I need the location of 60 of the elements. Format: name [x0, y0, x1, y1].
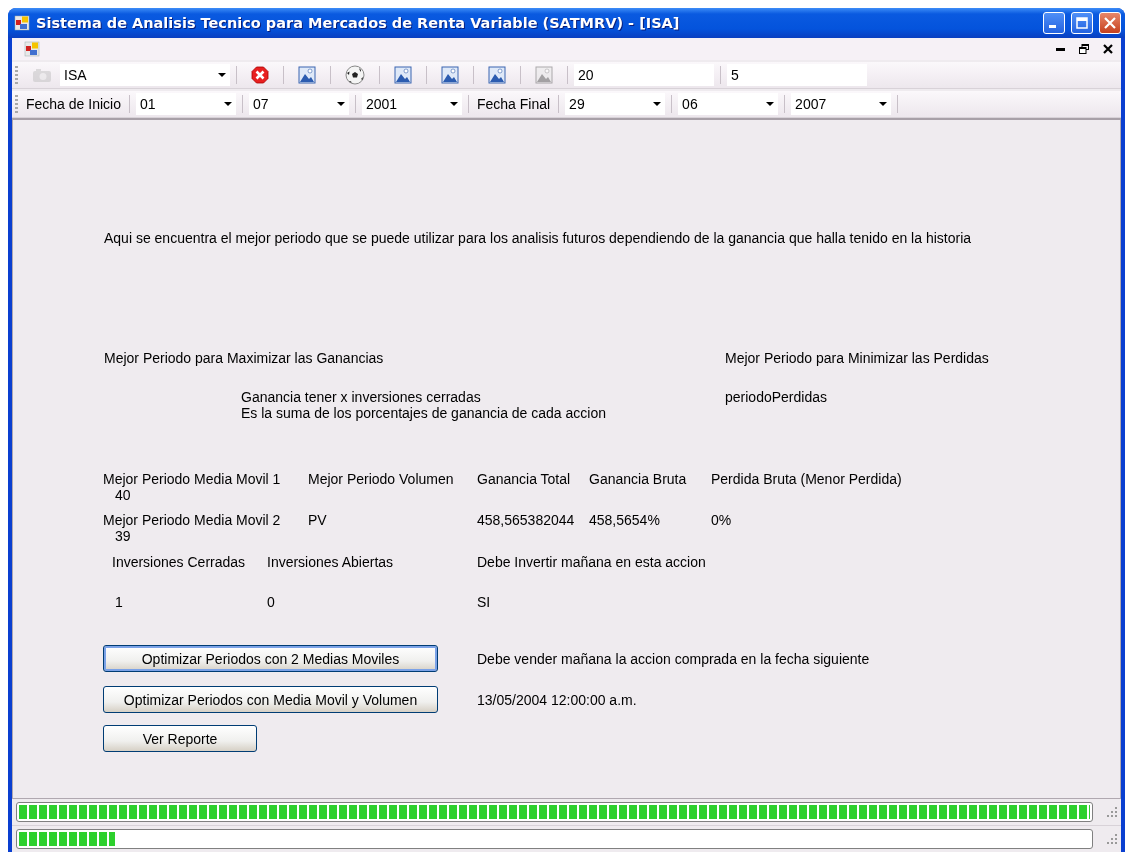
field-label: Ganancia Bruta	[589, 471, 688, 487]
input-field[interactable]: 5	[727, 64, 867, 86]
value-text: SI	[477, 594, 492, 610]
value-text: 39	[114, 528, 132, 544]
action-button[interactable]: Optimizar Periodos con Media Movil y Volumen	[103, 686, 438, 713]
maximize-button[interactable]	[1071, 12, 1093, 34]
field-label: Ganancia Total	[477, 471, 572, 487]
image-icon[interactable]	[488, 66, 506, 84]
value-text: 1	[115, 594, 124, 610]
note-text: Es la suma de los porcentajes de ganancia de cada accion	[241, 405, 607, 421]
value-text: PV	[308, 512, 328, 528]
image-icon[interactable]	[298, 66, 316, 84]
stop-icon[interactable]	[251, 66, 269, 84]
field-label: Inversiones Abiertas	[267, 554, 395, 570]
value-text: 458,565382044	[477, 512, 576, 528]
value-text: 40	[114, 487, 132, 503]
dropdown[interactable]: 07	[248, 93, 349, 115]
field-label: Perdida Bruta (Menor Perdida)	[711, 471, 903, 487]
minimize-icon[interactable]	[1056, 47, 1065, 51]
action-button[interactable]: Ver Reporte	[103, 725, 257, 752]
field-label: Mejor Periodo Media Movil 2	[103, 512, 282, 528]
toolbar-label: Fecha de Inicio	[25, 96, 122, 112]
input-field[interactable]: 20	[574, 64, 714, 86]
dropdown[interactable]: ISA	[60, 64, 230, 86]
app-icon	[14, 15, 30, 31]
dropdown[interactable]: 01	[135, 93, 236, 115]
value-text: 0%	[711, 512, 733, 528]
minimize-icon	[1049, 25, 1056, 28]
dropdown[interactable]: 2007	[791, 93, 892, 115]
description-text: Aqui se encuentra el mejor periodo que se puede utilizar para los analisis futuros dependiendo de la ganancia que halla tenido en la historia	[104, 230, 973, 246]
field-label: Mejor Periodo Volumen	[308, 471, 455, 487]
dropdown[interactable]: 2001	[361, 93, 462, 115]
value-text: periodoPerdidas	[725, 389, 827, 407]
value-text: 13/05/2004 12:00:00 a.m.	[477, 691, 637, 708]
toolbar-label: Fecha Final	[475, 96, 552, 112]
action-button[interactable]: Optimizar Periodos con 2 Medias Moviles	[103, 645, 438, 672]
close-button[interactable]	[1099, 12, 1121, 34]
value-text: Debe vender mañana la accion comprada en la fecha siguiente	[477, 650, 870, 667]
dropdown[interactable]: 06	[678, 93, 779, 115]
field-label: Inversiones Cerradas	[112, 554, 247, 570]
close-icon[interactable]	[1103, 44, 1113, 54]
resize-grip-icon[interactable]	[1107, 834, 1117, 844]
image-icon[interactable]	[394, 66, 412, 84]
document-icon	[24, 41, 40, 57]
note-text: Ganancia tener x inversiones cerradas	[241, 389, 482, 405]
restore-icon[interactable]	[1079, 44, 1089, 54]
window-title: Sistema de Analisis Tecnico para Mercados de Renta Variable (SATMRV) - [ISA]	[36, 15, 681, 31]
field-label: Debe Invertir mañana en esta accion	[477, 554, 707, 570]
close-icon	[1104, 17, 1116, 29]
image-icon[interactable]	[441, 66, 459, 84]
value-text: 0	[267, 594, 276, 610]
section-heading: Mejor Periodo para Maximizar las Ganancias	[104, 350, 385, 366]
dropdown[interactable]: 29	[565, 93, 666, 115]
resize-grip-icon[interactable]	[1107, 807, 1117, 817]
field-label: Mejor Periodo Media Movil 1	[103, 471, 282, 487]
value-text: 458,5654%	[589, 512, 661, 528]
minimize-button[interactable]	[1043, 12, 1065, 34]
soccer-ball-icon[interactable]	[345, 65, 365, 85]
maximize-icon	[1076, 17, 1088, 29]
section-heading: Mejor Periodo para Minimizar las Perdidas	[725, 350, 989, 366]
